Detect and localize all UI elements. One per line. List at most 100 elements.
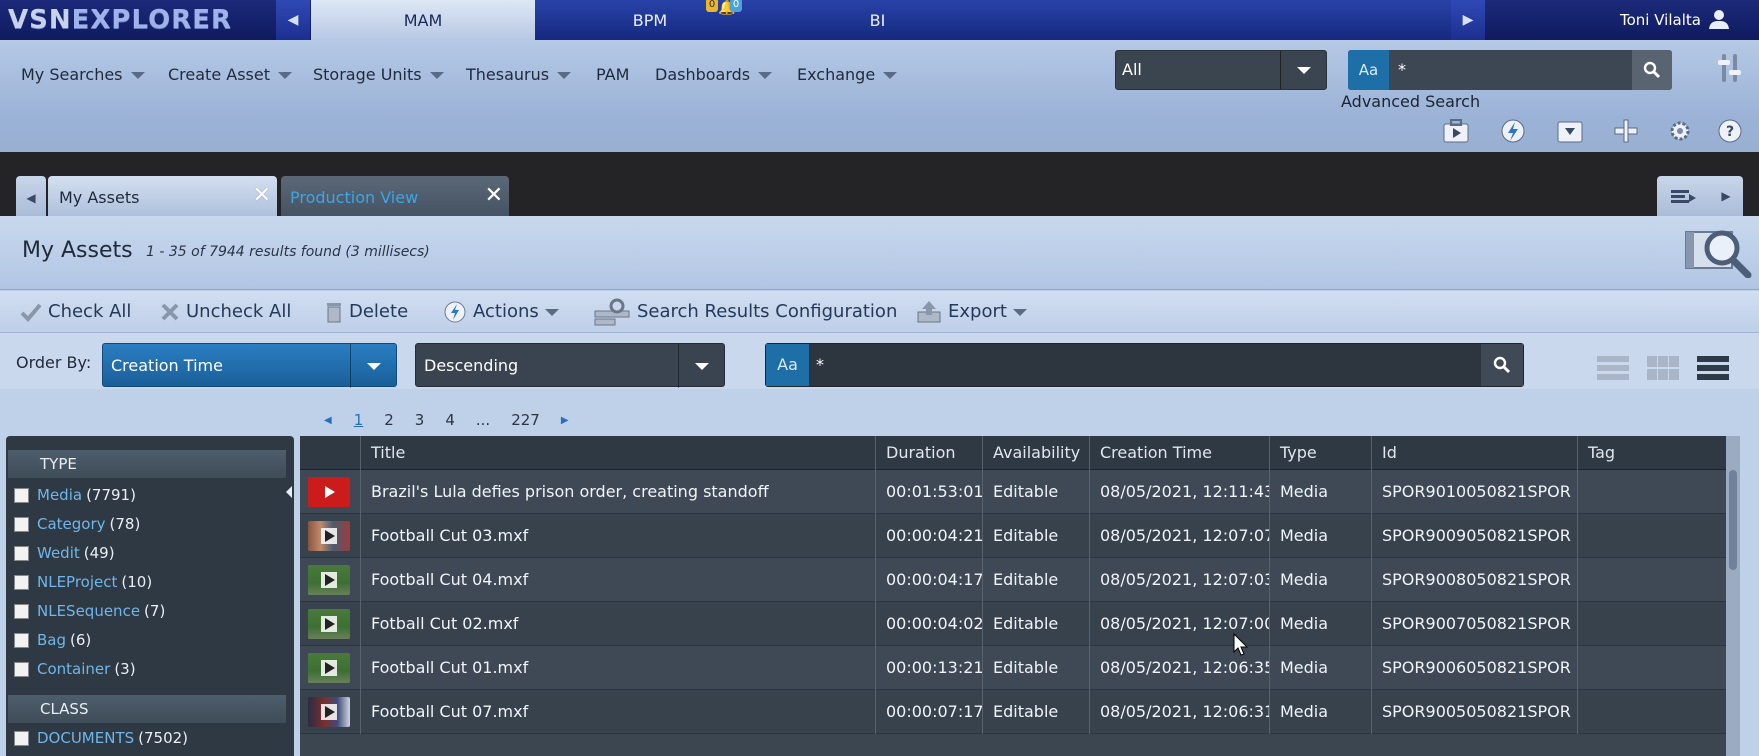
- global-search-input[interactable]: Aa *: [1348, 50, 1672, 90]
- thumbnail-cell[interactable]: [300, 690, 360, 734]
- facet-checkbox[interactable]: [14, 487, 29, 503]
- facet-checkbox[interactable]: [14, 730, 29, 746]
- facet-checkbox[interactable]: [14, 516, 29, 532]
- facet-checkbox[interactable]: [14, 632, 29, 648]
- table-view-icon[interactable]: [1696, 354, 1730, 382]
- notifications-bell[interactable]: 0 🔔 0: [706, 0, 744, 18]
- user-name[interactable]: Toni Vilalta: [1620, 0, 1701, 40]
- export-menu-button[interactable]: Export: [916, 291, 1027, 333]
- column-header-duration[interactable]: Duration: [875, 436, 982, 470]
- actions-menu-button[interactable]: Actions: [443, 291, 559, 333]
- asset-thumbnail[interactable]: [308, 697, 350, 727]
- settings-tools-icon[interactable]: [1716, 52, 1744, 84]
- table-row[interactable]: Fotball Cut 02.mxf 00:00:04:02 Editable 08/…: [300, 602, 1726, 646]
- asset-thumbnail[interactable]: [308, 565, 350, 595]
- thumbnail-cell[interactable]: [300, 602, 360, 646]
- media-bag-icon[interactable]: [1442, 118, 1470, 144]
- results-filter-value[interactable]: *: [816, 344, 824, 386]
- facet-item[interactable]: Wedit (49): [14, 540, 115, 566]
- scrollbar-thumb[interactable]: [1729, 470, 1737, 570]
- global-search-button[interactable]: [1632, 50, 1672, 90]
- asset-thumbnail[interactable]: [308, 477, 350, 507]
- case-sensitive-toggle[interactable]: Aa: [766, 344, 809, 386]
- delete-button[interactable]: Delete: [325, 291, 408, 333]
- facet-item[interactable]: NLEProject (10): [14, 569, 152, 595]
- advanced-search-link[interactable]: Advanced Search: [1341, 92, 1480, 111]
- close-icon[interactable]: ✕: [485, 185, 503, 207]
- facet-checkbox[interactable]: [14, 574, 29, 590]
- table-row[interactable]: Football Cut 03.mxf 00:00:04:21 Editable 08…: [300, 514, 1726, 558]
- facet-item[interactable]: NLESequence (7): [14, 598, 165, 624]
- table-scrollbar[interactable]: [1726, 436, 1740, 756]
- column-header-title[interactable]: Title: [360, 436, 875, 470]
- asset-thumbnail[interactable]: [308, 521, 350, 551]
- menu-dashboards[interactable]: Dashboards: [655, 60, 773, 90]
- transfer-icon[interactable]: [1612, 118, 1640, 144]
- menu-pam[interactable]: PAM: [596, 60, 629, 90]
- facet-item[interactable]: Bag (6): [14, 627, 91, 653]
- order-direction-select[interactable]: Descending: [415, 343, 725, 388]
- column-header-type[interactable]: Type: [1269, 436, 1371, 470]
- page-link[interactable]: 1: [354, 411, 364, 429]
- thumbnail-cell[interactable]: [300, 514, 360, 558]
- order-field-select[interactable]: Creation Time: [102, 343, 397, 388]
- asset-thumbnail[interactable]: [308, 653, 350, 683]
- column-header-availability[interactable]: Availability: [982, 436, 1089, 470]
- table-row[interactable]: Football Cut 07.mxf 00:00:07:17 Editable 08…: [300, 690, 1726, 734]
- tab-my-assets[interactable]: My Assets ✕: [48, 176, 277, 216]
- prev-page-icon[interactable]: ◀: [324, 415, 332, 426]
- user-icon[interactable]: [1708, 8, 1730, 30]
- help-icon[interactable]: ?: [1716, 118, 1744, 144]
- uncheck-all-button[interactable]: Uncheck All: [160, 291, 291, 333]
- workspace-tabs-prev-arrow[interactable]: ◀: [16, 176, 46, 216]
- tab-production-view[interactable]: Production View ✕: [281, 176, 509, 216]
- facet-class-header[interactable]: CLASS: [8, 695, 286, 723]
- check-all-button[interactable]: Check All: [20, 291, 131, 333]
- facet-type-header[interactable]: TYPE: [8, 450, 286, 478]
- tab-list-menu[interactable]: [1657, 176, 1709, 216]
- menu-create-asset[interactable]: Create Asset: [168, 60, 292, 90]
- case-sensitive-toggle[interactable]: Aa: [1348, 50, 1389, 90]
- facet-item[interactable]: Category (78): [14, 511, 140, 537]
- results-filter-search-button[interactable]: [1481, 344, 1523, 386]
- facet-checkbox[interactable]: [14, 661, 29, 677]
- inbox-download-icon[interactable]: [1556, 118, 1584, 144]
- asset-thumbnail[interactable]: [308, 609, 350, 639]
- page-link[interactable]: 3: [415, 411, 425, 429]
- thumbnail-cell[interactable]: [300, 558, 360, 602]
- gear-icon[interactable]: [1666, 118, 1694, 144]
- menu-my-searches[interactable]: My Searches: [21, 60, 145, 90]
- page-link[interactable]: 2: [384, 411, 394, 429]
- menu-storage-units[interactable]: Storage Units: [313, 60, 444, 90]
- thumbnail-cell[interactable]: [300, 646, 360, 690]
- table-row[interactable]: Football Cut 01.mxf 00:00:13:21 Editable 08…: [300, 646, 1726, 690]
- menu-exchange[interactable]: Exchange: [797, 60, 898, 90]
- page-link[interactable]: 227: [511, 411, 540, 429]
- search-results-configuration-button[interactable]: Search Results Configuration: [593, 291, 897, 333]
- thumbnail-cell[interactable]: [300, 470, 360, 514]
- menu-thesaurus[interactable]: Thesaurus: [466, 60, 572, 90]
- next-page-icon[interactable]: ▶: [561, 415, 569, 426]
- facet-item[interactable]: Container (3): [14, 656, 136, 682]
- facet-checkbox[interactable]: [14, 545, 29, 561]
- list-view-icon[interactable]: [1596, 354, 1630, 382]
- lightning-icon[interactable]: [1499, 118, 1527, 144]
- facet-checkbox[interactable]: [14, 603, 29, 619]
- results-filter-input[interactable]: Aa *: [765, 343, 1524, 387]
- facet-item[interactable]: DOCUMENTS (7502): [14, 725, 188, 751]
- column-header-id[interactable]: Id: [1371, 436, 1577, 470]
- table-row[interactable]: Brazil's Lula defies prison order, creat…: [300, 470, 1726, 514]
- table-row[interactable]: Football Cut 04.mxf 00:00:04:17 Editable 08…: [300, 558, 1726, 602]
- facet-item[interactable]: Media (7791): [14, 482, 136, 508]
- page-link[interactable]: 4: [445, 411, 455, 429]
- grid-view-icon[interactable]: [1646, 354, 1680, 382]
- app-tab-mam[interactable]: MAM: [311, 0, 535, 40]
- global-search-value[interactable]: *: [1398, 50, 1406, 90]
- column-header-tag[interactable]: Tag: [1577, 436, 1726, 470]
- column-header-creation-time[interactable]: Creation Time: [1089, 436, 1269, 470]
- app-tabs-next-arrow[interactable]: ▶: [1451, 0, 1485, 40]
- close-icon[interactable]: ✕: [253, 185, 271, 207]
- collapse-facets-icon[interactable]: [286, 484, 292, 500]
- search-scope-select[interactable]: All: [1115, 50, 1327, 90]
- app-tabs-prev-arrow[interactable]: ◀: [276, 0, 310, 40]
